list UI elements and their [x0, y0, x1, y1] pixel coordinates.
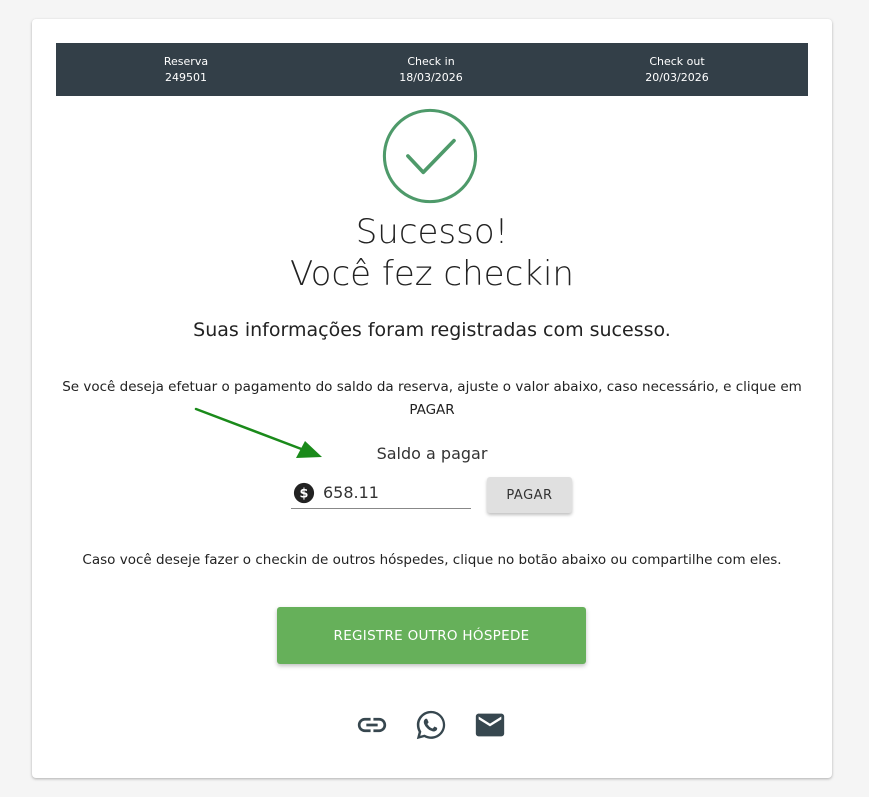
link-icon[interactable] — [355, 708, 389, 742]
checkin-success-card: Reserva 249501 Check in 18/03/2026 Check… — [32, 19, 832, 778]
amount-field: $ — [291, 477, 471, 509]
success-title: Sucesso! — [355, 212, 509, 252]
checkout-info: Check out 20/03/2026 — [546, 54, 808, 86]
checkin-info: Check in 18/03/2026 — [316, 54, 546, 86]
svg-text:$: $ — [300, 486, 309, 501]
amount-input[interactable] — [323, 483, 463, 502]
checkin-date: 18/03/2026 — [399, 70, 463, 84]
reserva-label: Reserva — [163, 54, 209, 68]
reservation-info-bar: Reserva 249501 Check in 18/03/2026 Check… — [56, 43, 808, 96]
dollar-icon: $ — [293, 482, 315, 503]
whatsapp-icon[interactable] — [414, 708, 448, 742]
email-icon[interactable] — [473, 708, 507, 742]
share-icons-row — [32, 708, 832, 744]
checkout-date: 20/03/2026 — [645, 70, 709, 84]
checkin-done-title: Você fez checkin — [290, 254, 574, 294]
success-check-icon — [382, 108, 478, 204]
register-other-guest-button[interactable]: REGISTRE OUTRO HÓSPEDE — [277, 607, 586, 664]
success-subtitle: Suas informações foram registradas com s… — [193, 319, 671, 341]
checkin-label: Check in — [407, 54, 455, 68]
saldo-label: Saldo a pagar — [376, 444, 488, 463]
reserva-info: Reserva 249501 — [56, 54, 316, 86]
other-guests-text: Caso você deseje fazer o checkin de outr… — [82, 552, 782, 568]
pay-button[interactable]: PAGAR — [487, 477, 572, 513]
payment-instructions: Se você deseja efetuar o pagamento do sa… — [62, 379, 802, 418]
checkout-label: Check out — [649, 54, 705, 68]
reserva-value: 249501 — [165, 70, 207, 84]
